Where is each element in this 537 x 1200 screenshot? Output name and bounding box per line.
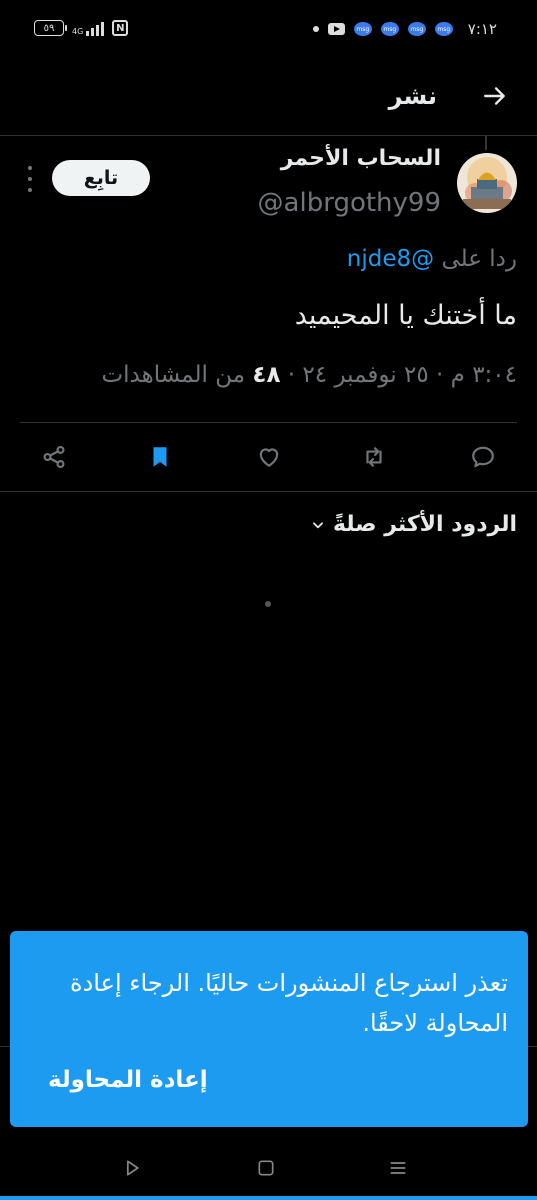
tweet-time[interactable]: ٣:٠٤ م	[451, 362, 517, 388]
signal-label: 4G	[72, 27, 84, 36]
author-name[interactable]: السحاب الأحمر	[281, 146, 441, 171]
divider	[20, 422, 517, 423]
messenger-icon: msg	[380, 22, 399, 36]
retry-button[interactable]: إعادة المحاولة	[48, 1067, 208, 1093]
status-bar: ٥٩ 4G N msg msg msg msg ٧:١٢	[0, 0, 537, 62]
author-handle[interactable]: @albrgothy99	[258, 188, 441, 218]
status-left: ٥٩ 4G N	[34, 20, 129, 36]
messenger-icon: msg	[407, 22, 426, 36]
avatar-image	[457, 153, 517, 213]
more-dot-icon	[28, 166, 32, 170]
battery-level: ٥٩	[43, 22, 55, 34]
youtube-icon	[327, 23, 345, 35]
bookmark-icon	[153, 447, 167, 467]
divider	[0, 491, 537, 492]
more-options-button[interactable]	[22, 166, 38, 192]
triangle-back-icon	[127, 1160, 139, 1176]
battery-icon: ٥٩	[34, 20, 67, 36]
signal-icon: 4G	[72, 20, 105, 36]
square-home-icon	[258, 1160, 274, 1176]
follow-button[interactable]: تابِع	[52, 160, 150, 196]
dot-icon	[312, 26, 319, 32]
chevron-down-icon	[313, 521, 323, 528]
bookmark-button[interactable]	[138, 435, 182, 479]
messenger-icon: msg	[353, 22, 372, 36]
status-time: ٧:١٢	[467, 20, 497, 38]
nfc-icon: N	[112, 20, 129, 36]
reply-icon	[472, 446, 494, 468]
retweet-button[interactable]	[352, 435, 396, 479]
meta-separator: ·	[287, 362, 296, 388]
arrow-right-icon	[484, 87, 505, 105]
meta-separator: ·	[436, 362, 444, 388]
reply-button[interactable]	[461, 435, 505, 479]
reply-prefix: ردا على	[441, 246, 517, 272]
loading-indicator	[265, 601, 271, 607]
nav-home-button[interactable]	[252, 1154, 280, 1182]
system-nav-bar	[0, 1142, 537, 1200]
like-button[interactable]	[247, 435, 291, 479]
share-button[interactable]	[32, 435, 76, 479]
menu-lines-icon	[390, 1162, 406, 1174]
reply-context: ردا على @njde8	[347, 246, 517, 272]
back-button[interactable]	[479, 80, 511, 112]
nfc-label: N	[116, 22, 125, 34]
status-right: msg msg msg msg ٧:١٢	[312, 20, 497, 38]
views-count[interactable]: ٤٨	[252, 362, 280, 388]
messenger-icon: msg	[434, 22, 453, 36]
nav-recents-button[interactable]	[384, 1154, 412, 1182]
nav-back-button[interactable]	[118, 1154, 146, 1182]
replies-sort-dropdown[interactable]: الردود الأكثر صلةً	[311, 512, 517, 537]
tweet-metadata: ٣:٠٤ م · ٢٥ نوفمبر ٢٤ · ٤٨ من المشاهدات	[101, 362, 517, 388]
tweet-date[interactable]: ٢٥ نوفمبر ٢٤	[302, 362, 428, 388]
sort-label: الردود الأكثر صلةً	[332, 512, 517, 537]
views-label[interactable]: من المشاهدات	[101, 362, 245, 388]
error-toast: تعذر استرجاع المنشورات حاليًا. الرجاء إع…	[10, 931, 528, 1127]
like-icon	[259, 448, 279, 467]
avatar[interactable]	[457, 153, 517, 213]
page-title: نشر	[388, 82, 437, 110]
tweet-text: ما أختنك يا المحيميد	[294, 300, 517, 331]
accent-strip	[0, 1196, 537, 1200]
toast-message: تعذر استرجاع المنشورات حاليًا. الرجاء إع…	[70, 969, 508, 1037]
thread-connector	[485, 136, 487, 150]
share-icon	[43, 445, 65, 469]
tweet-actions-bar	[0, 435, 537, 479]
retweet-icon	[366, 447, 382, 467]
reply-mention-link[interactable]: @njde8	[347, 246, 434, 272]
top-app-bar: نشر	[0, 62, 537, 136]
